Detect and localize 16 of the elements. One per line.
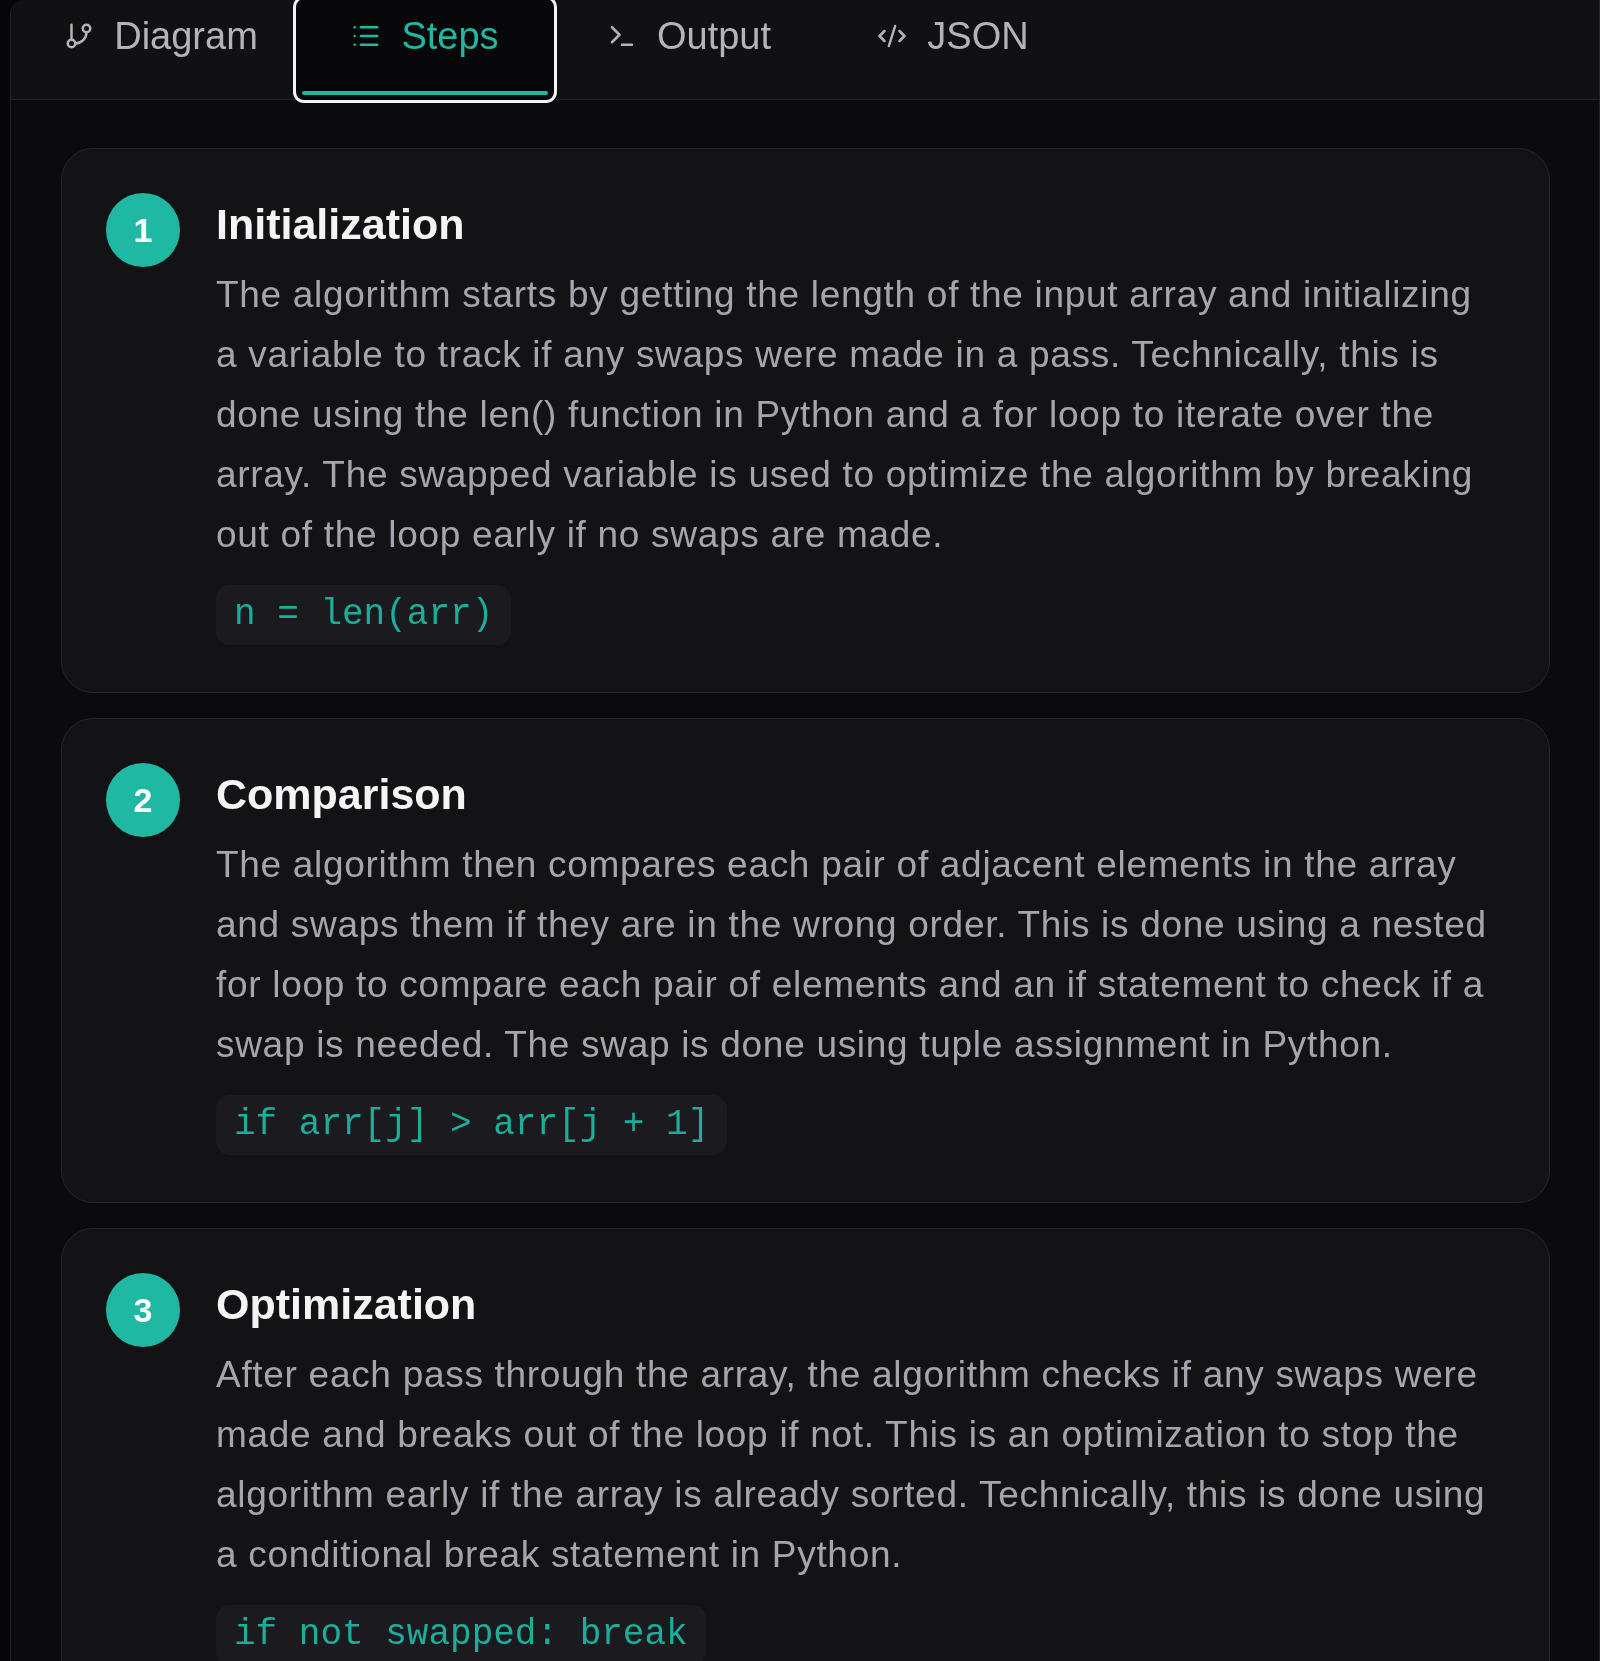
tab[interactable]: Output	[557, 0, 821, 103]
step-description: The algorithm starts by getting the length of the input array and initializing a variable to track if any swaps were made in a pass. Technically, this is done using the len() function in Python and a for loop to iterate over the array. The swapped variable is used to optimize the algorithm by breaking out of the loop early if no swaps are made.	[216, 273, 1474, 557]
step-number: 2	[106, 763, 180, 837]
step-number: 1	[106, 193, 180, 267]
tab[interactable]: Steps	[293, 0, 557, 103]
step-title: Initialization	[216, 199, 465, 249]
step-description: After each pass through the array, the algorithm checks if any swaps were made and breaks out of the loop if not. This is an optimization to stop the algorithm early if the array is already sorted. Technically, this is done using a conditional break statement in Python.	[216, 1353, 1487, 1577]
step-title: Optimization	[216, 1279, 477, 1329]
tab[interactable]: JSON	[821, 0, 1085, 103]
code-snippet: n = len(arr)	[216, 585, 512, 645]
code-snippet: if not swapped: break	[216, 1605, 706, 1661]
step-number: 3	[106, 1273, 180, 1347]
step-title: Comparison	[216, 769, 467, 819]
tab[interactable]: Diagram	[29, 0, 293, 103]
code-snippet: if arr[j] > arr[j + 1]	[216, 1095, 728, 1155]
step-description: The algorithm then compares each pair of adjacent elements in the array and swaps them if they are in the wrong order. This is done using a nested for loop to compare each pair of elements and an if statement to check if a swap is needed. The swap is done using tuple assignment in Python.	[216, 843, 1488, 1067]
